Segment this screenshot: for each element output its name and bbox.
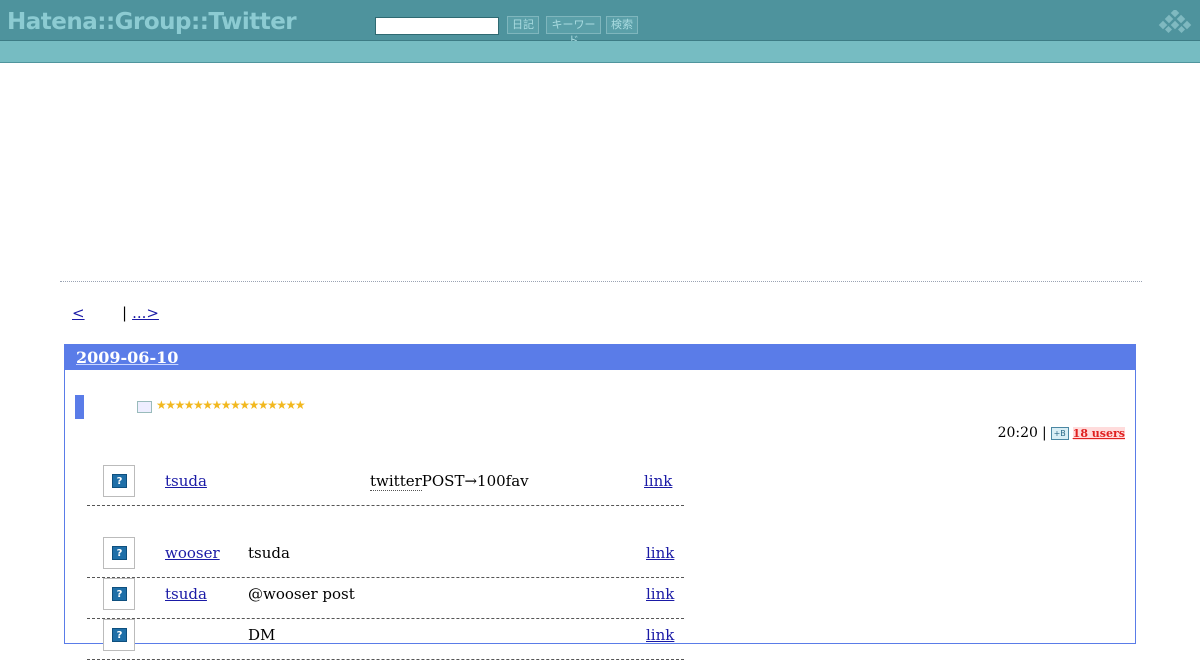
avatar[interactable]: ? — [103, 537, 135, 569]
avatar[interactable]: ? — [103, 578, 135, 610]
tweet-permalink[interactable]: link — [646, 585, 674, 603]
divider — [60, 281, 1142, 282]
avatar[interactable]: ? — [103, 465, 135, 497]
pager-separator: | — [122, 304, 128, 322]
keyword-search-button[interactable]: キーワード — [546, 16, 601, 47]
pager: < | ...> — [72, 304, 232, 322]
entry-time: 20:20 — [997, 425, 1038, 441]
entry-meta: 20:20 | +B 18 users — [998, 425, 1125, 441]
tweet-text-body: POST→100fav — [421, 472, 529, 490]
search-button[interactable]: 検索 — [606, 16, 638, 34]
section-marker — [75, 395, 84, 419]
tweet-user-link[interactable]: tsuda — [165, 585, 207, 603]
day-header: 2009-06-10 — [65, 345, 1135, 370]
tweet-row: ? DM link — [87, 619, 684, 660]
keyword-link[interactable]: twitter — [370, 472, 422, 491]
tweet-row: ? tsuda twitterPOST→100fav link — [87, 465, 684, 506]
unknown-user-icon: ? — [112, 587, 127, 601]
star-list[interactable]: ★★★★★★★★★★★★★★★★ — [156, 398, 306, 412]
meta-separator: | — [1041, 425, 1047, 441]
tweet-permalink[interactable]: link — [646, 544, 674, 562]
unknown-user-icon: ? — [112, 546, 127, 560]
tweet-row: ? wooser tsuda link — [87, 537, 684, 578]
star-add-icon[interactable] — [137, 401, 152, 413]
sub-bar — [0, 41, 1200, 63]
tweet-user-link[interactable]: wooser — [165, 544, 220, 562]
search-input[interactable] — [375, 17, 499, 35]
tweet-permalink[interactable]: link — [646, 626, 674, 644]
tweet-text: @wooser post — [248, 585, 355, 603]
bookmark-users-count[interactable]: 18 users — [1072, 426, 1125, 440]
avatar[interactable]: ? — [103, 619, 135, 651]
day-date-link[interactable]: 2009-06-10 — [76, 348, 178, 367]
tweet-text: DM — [248, 626, 276, 644]
diary-search-button[interactable]: 日記 — [507, 16, 539, 34]
prev-link[interactable]: < — [72, 304, 117, 322]
next-link[interactable]: ...> — [132, 304, 232, 322]
tweet-user-link[interactable]: tsuda — [165, 472, 207, 490]
unknown-user-icon: ? — [112, 628, 127, 642]
hatena-diamond-logo-icon[interactable] — [1156, 10, 1194, 34]
tweet-text: twitterPOST→100fav — [370, 472, 529, 491]
day-section: 2009-06-10 ★★★★★★★★★★★★★★★★ 20:20 | +B 1… — [64, 344, 1136, 660]
tweet-text: tsuda — [248, 544, 290, 562]
hatena-bookmark-icon[interactable]: +B — [1050, 426, 1069, 440]
site-title[interactable]: Hatena::Group::Twitter — [7, 9, 297, 35]
unknown-user-icon: ? — [112, 474, 127, 488]
tweet-row: ? tsuda @wooser post link — [87, 578, 684, 619]
top-bar: Hatena::Group::Twitter 日記 キーワード 検索 — [0, 0, 1200, 47]
tweet-permalink[interactable]: link — [644, 472, 672, 490]
